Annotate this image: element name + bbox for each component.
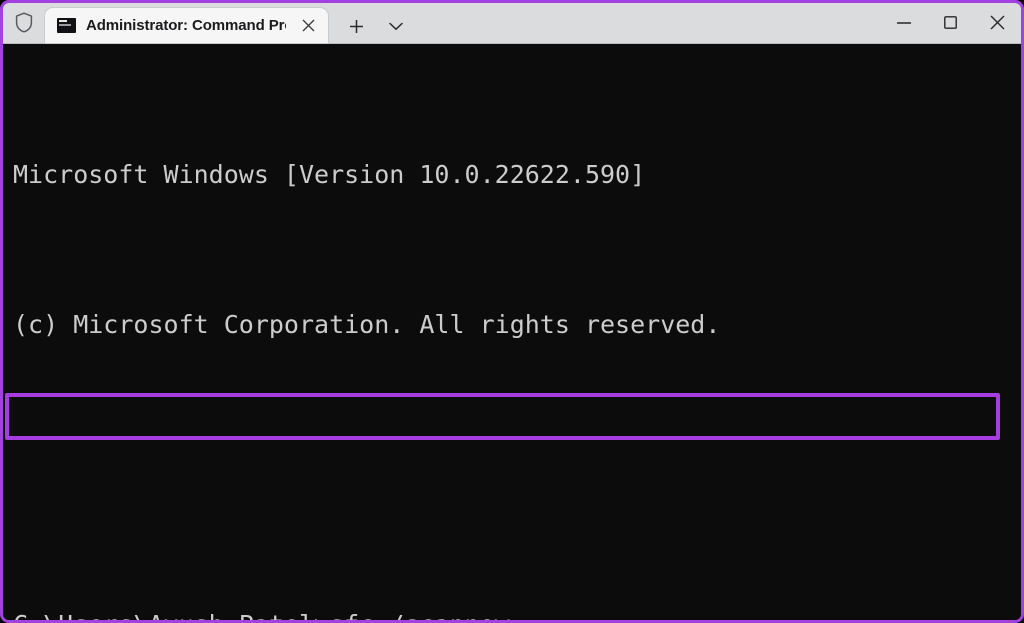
- titlebar: Administrator: Command Pro: [3, 3, 1021, 44]
- terminal-text: Microsoft Windows [Version 10.0.22622.59…: [3, 50, 1021, 620]
- terminal-output-area[interactable]: Microsoft Windows [Version 10.0.22622.59…: [3, 44, 1021, 620]
- close-button[interactable]: [974, 3, 1021, 43]
- shield-icon: [3, 3, 45, 43]
- tab-administrator-command-prompt[interactable]: Administrator: Command Pro: [45, 8, 328, 43]
- window-controls: [880, 3, 1021, 43]
- terminal-line-command: C:\Users\Ayush Patel>sfc /scannow: [13, 600, 1021, 620]
- tabstrip: Administrator: Command Pro: [45, 3, 880, 43]
- terminal-line: (c) Microsoft Corporation. All rights re…: [13, 310, 721, 339]
- new-tab-button[interactable]: [340, 9, 372, 43]
- chevron-down-icon[interactable]: [380, 9, 412, 43]
- command-prompt-window: Administrator: Command Pro Microsoft Win…: [0, 0, 1024, 623]
- terminal-line: Microsoft Windows [Version 10.0.22622.59…: [13, 160, 646, 189]
- maximize-button[interactable]: [927, 3, 974, 43]
- terminal-icon: [57, 18, 76, 33]
- tab-title: Administrator: Command Pro: [86, 17, 286, 34]
- tab-close-icon[interactable]: [294, 12, 322, 40]
- minimize-button[interactable]: [880, 3, 927, 43]
